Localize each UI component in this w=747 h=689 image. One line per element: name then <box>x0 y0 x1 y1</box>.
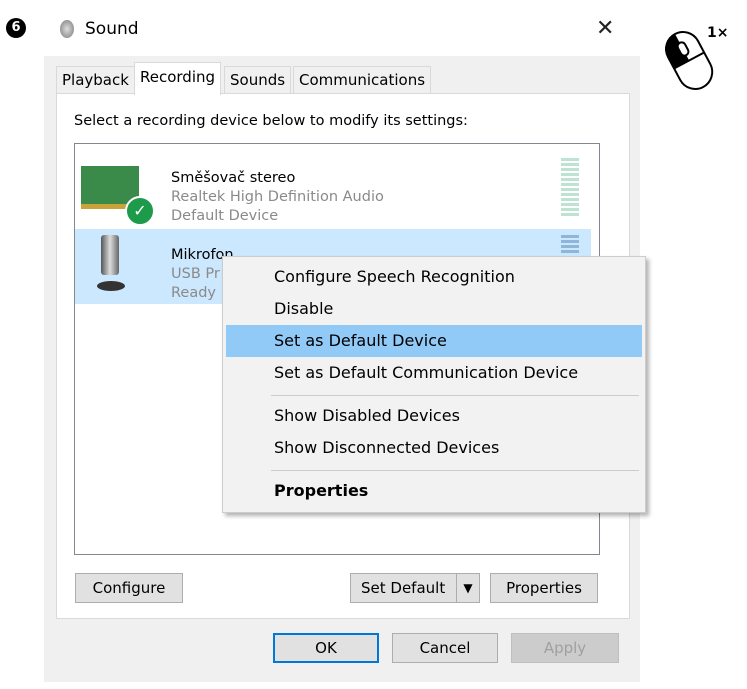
device-item[interactable]: ✓ Směšovač stereo Realtek High Definitio… <box>75 152 591 227</box>
device-status: Ready <box>171 285 217 301</box>
device-name: Směšovač stereo <box>171 170 296 186</box>
tab-playback[interactable]: Playback <box>56 66 135 93</box>
menu-item-properties[interactable]: Properties <box>226 475 642 507</box>
microphone-stand-icon <box>97 281 125 291</box>
tab-recording[interactable]: Recording <box>134 62 222 95</box>
configure-button[interactable]: Configure <box>75 573 183 603</box>
set-default-dropdown[interactable]: ▼ <box>456 573 480 603</box>
tab-sounds[interactable]: Sounds <box>224 66 292 93</box>
apply-button[interactable]: Apply <box>511 633 619 663</box>
default-check-icon: ✓ <box>125 196 155 226</box>
set-default-button[interactable]: Set Default <box>350 573 466 603</box>
instruction-text: Select a recording device below to modif… <box>74 113 468 129</box>
step-number-badge: 6 <box>6 18 26 38</box>
cancel-button[interactable]: Cancel <box>392 633 498 663</box>
close-button[interactable]: ✕ <box>596 16 614 41</box>
speaker-icon <box>60 20 74 38</box>
ok-button[interactable]: OK <box>273 633 379 663</box>
chevron-down-icon: ▼ <box>463 581 473 595</box>
menu-item-set-default-communication[interactable]: Set as Default Communication Device <box>226 357 642 389</box>
menu-item-show-disconnected[interactable]: Show Disconnected Devices <box>226 432 642 464</box>
menu-item-set-default-device[interactable]: Set as Default Device <box>226 325 642 357</box>
click-count-label: 1× <box>707 25 729 41</box>
menu-separator <box>271 395 639 396</box>
menu-item-configure-speech[interactable]: Configure Speech Recognition <box>226 261 642 293</box>
menu-item-disable[interactable]: Disable <box>226 293 642 325</box>
device-driver: Realtek High Definition Audio <box>171 189 384 205</box>
menu-separator <box>271 470 639 471</box>
level-meter <box>561 158 579 216</box>
window-title: Sound <box>85 19 139 39</box>
device-status: Default Device <box>171 208 279 224</box>
context-menu: Configure Speech Recognition Disable Set… <box>222 256 646 513</box>
microphone-icon <box>101 235 119 275</box>
device-driver: USB Pr <box>171 266 220 282</box>
level-meter <box>561 235 579 255</box>
properties-button[interactable]: Properties <box>490 573 598 603</box>
tab-communications[interactable]: Communications <box>293 66 432 93</box>
menu-item-show-disabled[interactable]: Show Disabled Devices <box>226 400 642 432</box>
